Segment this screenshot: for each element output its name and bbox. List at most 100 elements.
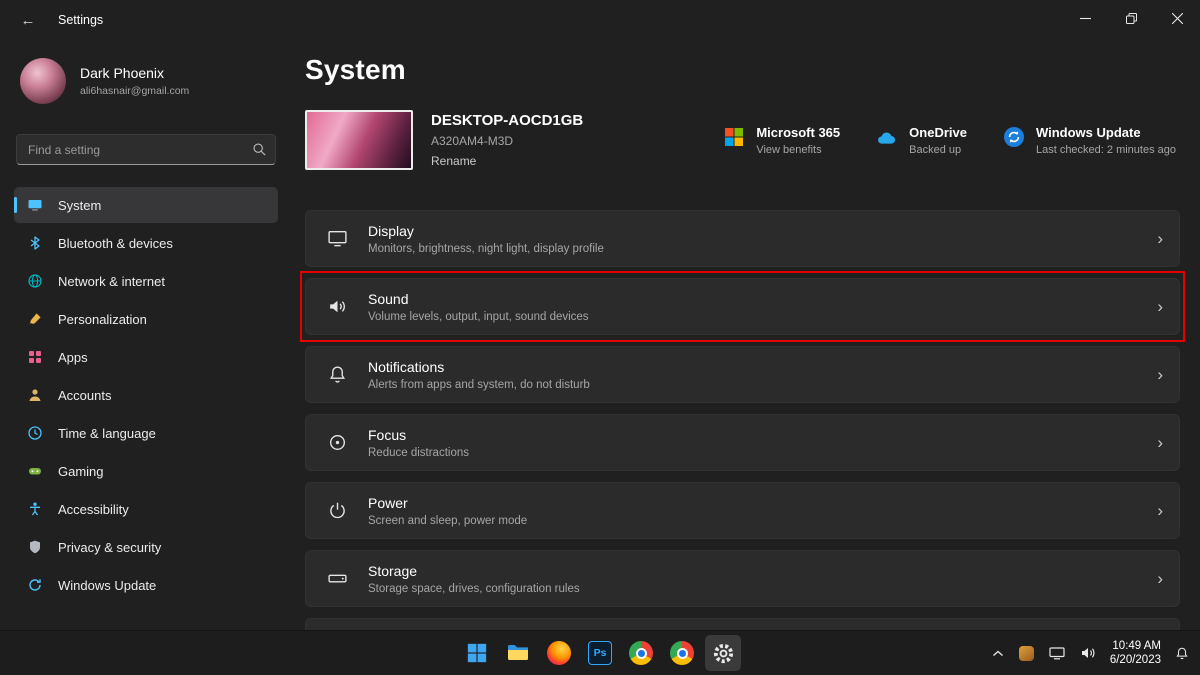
card-subtitle: Reduce distractions: [368, 447, 1157, 459]
person-icon: [26, 386, 44, 404]
notification-center-button[interactable]: [1172, 636, 1192, 670]
tile-onedrive[interactable]: OneDrive Backed up: [876, 125, 967, 156]
search-box: [16, 134, 276, 165]
bell-icon: [306, 364, 368, 385]
file-explorer-button[interactable]: [500, 635, 536, 671]
taskbar: Ps 10:: [0, 630, 1200, 675]
card-sound[interactable]: Sound Volume levels, output, input, soun…: [305, 278, 1180, 335]
user-profile[interactable]: Dark Phoenix ali6hasnair@gmail.com: [20, 58, 274, 104]
sidebar-item-label: Personalization: [58, 312, 147, 327]
sidebar-item-accessibility[interactable]: Accessibility: [14, 491, 278, 527]
card-focus[interactable]: Focus Reduce distractions ›: [305, 414, 1180, 471]
restore-button[interactable]: [1108, 0, 1154, 36]
search-icon: [252, 142, 267, 157]
sidebar-item-label: System: [58, 198, 101, 213]
card-title: Sound: [368, 291, 1157, 307]
main-content: System DESKTOP-AOCD1GB A320AM4-M3D Renam…: [292, 40, 1200, 630]
hidden-icons-button[interactable]: [989, 636, 1007, 670]
sidebar-item-bluetooth-devices[interactable]: Bluetooth & devices: [14, 225, 278, 261]
page-title: System: [305, 54, 1180, 86]
back-button[interactable]: ←: [12, 6, 44, 34]
accessibility-person-icon: [26, 500, 44, 518]
search-input[interactable]: [16, 134, 276, 165]
sidebar-item-label: Privacy & security: [58, 540, 161, 555]
chrome-button[interactable]: [623, 635, 659, 671]
minimize-button[interactable]: [1062, 0, 1108, 36]
cast-button[interactable]: [1046, 636, 1068, 670]
card-display[interactable]: Display Monitors, brightness, night ligh…: [305, 210, 1180, 267]
device-header: DESKTOP-AOCD1GB A320AM4-M3D Rename Micro…: [305, 110, 1180, 170]
volume-icon: [1080, 646, 1096, 660]
chrome-secondary-button[interactable]: [664, 635, 700, 671]
gear-icon: [712, 642, 735, 665]
sidebar-item-accounts[interactable]: Accounts: [14, 377, 278, 413]
chevron-right-icon: ›: [1157, 502, 1163, 519]
gamepad-icon: [26, 462, 44, 480]
rename-link[interactable]: Rename: [431, 154, 583, 168]
bluetooth-icon: [26, 234, 44, 252]
user-name: Dark Phoenix: [80, 65, 189, 81]
photoshop-icon: Ps: [588, 641, 612, 665]
sidebar-item-label: Network & internet: [58, 274, 165, 289]
brush-icon: [26, 310, 44, 328]
restore-icon: [1126, 13, 1137, 24]
card-title: Display: [368, 223, 1157, 239]
device-name: DESKTOP-AOCD1GB: [431, 112, 583, 129]
chevron-right-icon: ›: [1157, 434, 1163, 451]
close-button[interactable]: [1154, 0, 1200, 36]
tray-app-button[interactable]: [1016, 636, 1037, 670]
sidebar: Dark Phoenix ali6hasnair@gmail.com Syste…: [0, 40, 292, 630]
caption-controls: [1062, 0, 1200, 36]
sidebar-item-label: Time & language: [58, 426, 156, 441]
sidebar-item-windows-update[interactable]: Windows Update: [14, 567, 278, 603]
volume-button[interactable]: [1077, 636, 1099, 670]
card-title: Focus: [368, 427, 1157, 443]
status-tiles: Microsoft 365 View benefits OneDrive Bac…: [723, 125, 1180, 156]
focus-icon: [306, 432, 368, 453]
folder-icon: [506, 641, 530, 665]
tile-title: Windows Update: [1036, 125, 1176, 140]
firefox-icon: [547, 641, 571, 665]
chevron-right-icon: ›: [1157, 230, 1163, 247]
tile-subtitle: Last checked: 2 minutes ago: [1036, 144, 1176, 156]
card-storage[interactable]: Storage Storage space, drives, configura…: [305, 550, 1180, 607]
close-icon: [1172, 13, 1183, 24]
sidebar-item-system[interactable]: System: [14, 187, 278, 223]
chrome-icon: [629, 641, 653, 665]
taskbar-clock[interactable]: 10:49 AM 6/20/2023: [1108, 635, 1163, 671]
sidebar-item-apps[interactable]: Apps: [14, 339, 278, 375]
avatar: [20, 58, 66, 104]
chevron-right-icon: ›: [1157, 366, 1163, 383]
taskbar-center-icons: Ps: [459, 631, 741, 675]
card-power[interactable]: Power Screen and sleep, power mode ›: [305, 482, 1180, 539]
tile-subtitle: View benefits: [756, 144, 840, 156]
start-button[interactable]: [459, 635, 495, 671]
user-email: ali6hasnair@gmail.com: [80, 85, 189, 97]
photoshop-button[interactable]: Ps: [582, 635, 618, 671]
tile-microsoft-365[interactable]: Microsoft 365 View benefits: [723, 125, 840, 156]
chevron-right-icon: ›: [1157, 298, 1163, 315]
windows-logo-icon: [466, 642, 488, 664]
sidebar-item-time-language[interactable]: Time & language: [14, 415, 278, 451]
clock-date: 6/20/2023: [1110, 653, 1161, 667]
card-notifications[interactable]: Notifications Alerts from apps and syste…: [305, 346, 1180, 403]
storage-drive-icon: [306, 568, 368, 589]
sidebar-item-privacy-security[interactable]: Privacy & security: [14, 529, 278, 565]
windows-update-icon: [1003, 126, 1025, 148]
tile-windows-update[interactable]: Windows Update Last checked: 2 minutes a…: [1003, 125, 1176, 156]
sidebar-item-personalization[interactable]: Personalization: [14, 301, 278, 337]
titlebar: ← Settings: [0, 0, 1200, 40]
sidebar-item-label: Accessibility: [58, 502, 129, 517]
firefox-button[interactable]: [541, 635, 577, 671]
card-title: Storage: [368, 563, 1157, 579]
sidebar-item-gaming[interactable]: Gaming: [14, 453, 278, 489]
card-subtitle: Screen and sleep, power mode: [368, 515, 1157, 527]
window-title: Settings: [58, 13, 103, 27]
cast-icon: [1049, 646, 1065, 660]
settings-taskbar-button[interactable]: [705, 635, 741, 671]
system-tray: 10:49 AM 6/20/2023: [989, 631, 1192, 675]
microsoft-logo-icon: [723, 126, 745, 148]
sidebar-item-label: Bluetooth & devices: [58, 236, 173, 251]
sidebar-item-network-internet[interactable]: Network & internet: [14, 263, 278, 299]
onedrive-cloud-icon: [876, 126, 898, 148]
